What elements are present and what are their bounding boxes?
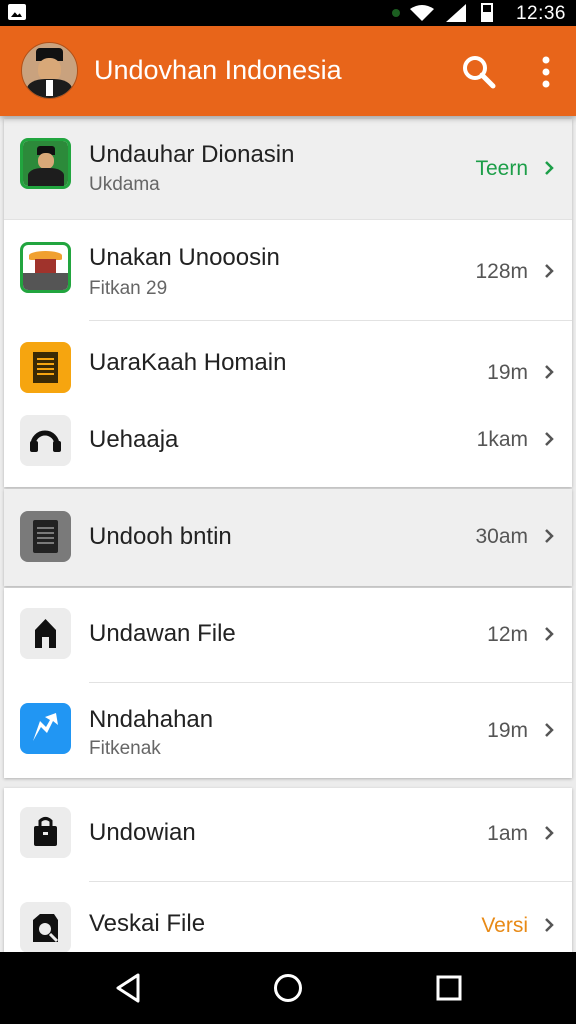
list-item[interactable]: Nndahahan Fitkenak 19m: [4, 683, 572, 778]
item-meta: 19m: [487, 361, 528, 384]
item-title: Undawan File: [89, 620, 236, 647]
list-group-4: Undowian 1am Veskai File Versi: [4, 788, 572, 953]
status-time: 12:36: [515, 3, 566, 24]
list-group-3: Undawan File 12m Nndahahan Fitkenak 19m: [4, 588, 572, 778]
hut-photo-icon: [20, 242, 71, 293]
chevron-right-icon: [545, 723, 554, 737]
item-title: Nndahahan: [89, 706, 214, 733]
bag-icon: [20, 807, 71, 858]
item-meta: Teern: [475, 157, 528, 180]
item-meta: Versi: [481, 914, 528, 937]
portrait-photo-icon: [20, 138, 71, 189]
item-meta: 1kam: [476, 428, 528, 451]
chevron-right-icon: [545, 161, 554, 175]
list-item[interactable]: UaraKaah Homain 19m: [4, 321, 572, 404]
item-subtitle: Fitkenak: [89, 738, 161, 759]
list-item[interactable]: Unakan Unooosin Fitkan 29 128m: [4, 220, 572, 321]
chevron-right-icon: [545, 918, 554, 932]
home-nav-icon[interactable]: [273, 973, 303, 1003]
notification-dot-icon: [392, 9, 400, 17]
chevron-right-icon: [545, 264, 554, 278]
avatar[interactable]: [21, 42, 78, 99]
document-icon: [20, 342, 71, 393]
file-icon: [20, 511, 71, 562]
recents-icon[interactable]: [436, 975, 462, 1001]
back-icon[interactable]: [114, 972, 144, 1004]
search-icon[interactable]: [462, 55, 496, 89]
signal-icon: [446, 4, 466, 22]
chevron-right-icon: [545, 627, 554, 641]
list-item[interactable]: Undowian 1am: [4, 788, 572, 882]
list-item[interactable]: Undooh bntin 30am: [4, 489, 572, 586]
list-group-1: Undauhar Dionasin Ukdama Teern Unakan Un…: [4, 119, 572, 487]
item-title: Undauhar Dionasin: [89, 141, 295, 168]
camera-icon: [20, 902, 71, 953]
item-title: UaraKaah Homain: [89, 349, 287, 376]
list-group-2: Undooh bntin 30am: [4, 489, 572, 586]
list-item[interactable]: Veskai File Versi: [4, 882, 572, 953]
gallery-notification-icon: [8, 4, 26, 20]
chevron-right-icon: [545, 826, 554, 840]
app-title: Undovhan Indonesia: [94, 55, 342, 85]
item-meta: 30am: [475, 525, 528, 548]
item-meta: 128m: [475, 260, 528, 283]
item-title: Undowian: [89, 819, 196, 846]
item-title: Uehaaja: [89, 426, 179, 453]
battery-icon: [481, 3, 493, 22]
item-subtitle: Ukdama: [89, 174, 160, 195]
item-title: Unakan Unooosin: [89, 244, 280, 271]
more-options-icon[interactable]: [532, 55, 560, 89]
item-meta: 12m: [487, 623, 528, 646]
wifi-icon: [410, 5, 434, 21]
list-item[interactable]: Uehaaja 1kam: [4, 404, 572, 487]
share-icon: [20, 703, 71, 754]
item-meta: 19m: [487, 719, 528, 742]
chevron-right-icon: [545, 365, 554, 379]
item-title: Undooh bntin: [89, 523, 232, 550]
item-title: Veskai File: [89, 910, 206, 937]
list-item[interactable]: Undauhar Dionasin Ukdama Teern: [4, 119, 572, 220]
system-navigation-bar: [0, 952, 576, 1024]
item-meta: 1am: [487, 822, 528, 845]
chevron-right-icon: [545, 432, 554, 446]
chevron-right-icon: [545, 529, 554, 543]
item-subtitle: Fitkan 29: [89, 278, 168, 299]
status-bar: 12:36: [0, 0, 576, 26]
list-item[interactable]: Undawan File 12m: [4, 588, 572, 683]
app-bar: Undovhan Indonesia: [0, 26, 576, 116]
headset-icon: [20, 415, 71, 466]
home-icon: [20, 608, 71, 659]
